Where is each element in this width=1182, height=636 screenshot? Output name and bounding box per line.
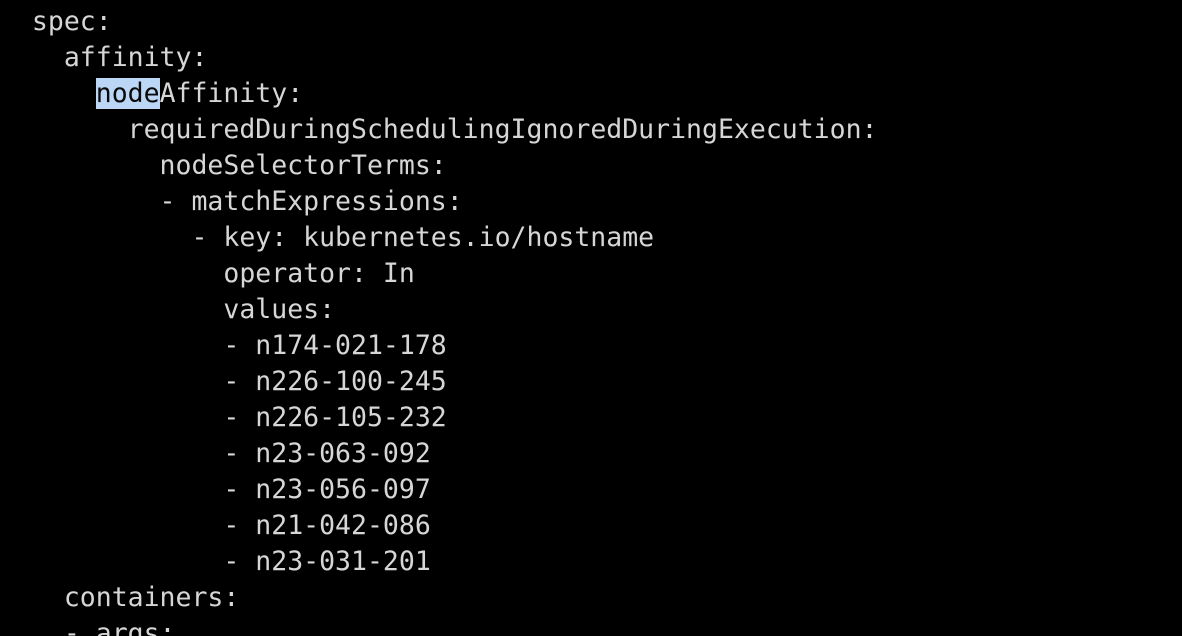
code-line: - n23-031-201 [223,546,431,577]
code-line: - n174-021-178 [223,330,447,361]
text-selection[interactable]: node [95,78,160,109]
code-line: values: [223,294,336,325]
code-line: nodeAffinity: [95,78,304,109]
code-line: spec: [31,6,112,37]
code-line: operator: In [223,258,415,289]
code-line: - args: [63,618,176,636]
code-line: - matchExpressions: [159,186,463,217]
code-line: requiredDuringSchedulingIgnoredDuringExe… [127,114,878,145]
code-line: - n23-056-097 [223,474,431,505]
code-line: - key: kubernetes.io/hostname [191,222,655,253]
terminal-output[interactable]: spec: affinity: nodeAffinity: requiredDu… [0,0,1182,636]
code-line: - n23-063-092 [223,438,431,469]
code-line: containers: [63,582,240,613]
code-line: - n21-042-086 [223,510,431,541]
code-line: affinity: [63,42,208,73]
code-line: - n226-105-232 [223,402,447,433]
code-line: nodeSelectorTerms: [159,150,447,181]
code-line: - n226-100-245 [223,366,447,397]
